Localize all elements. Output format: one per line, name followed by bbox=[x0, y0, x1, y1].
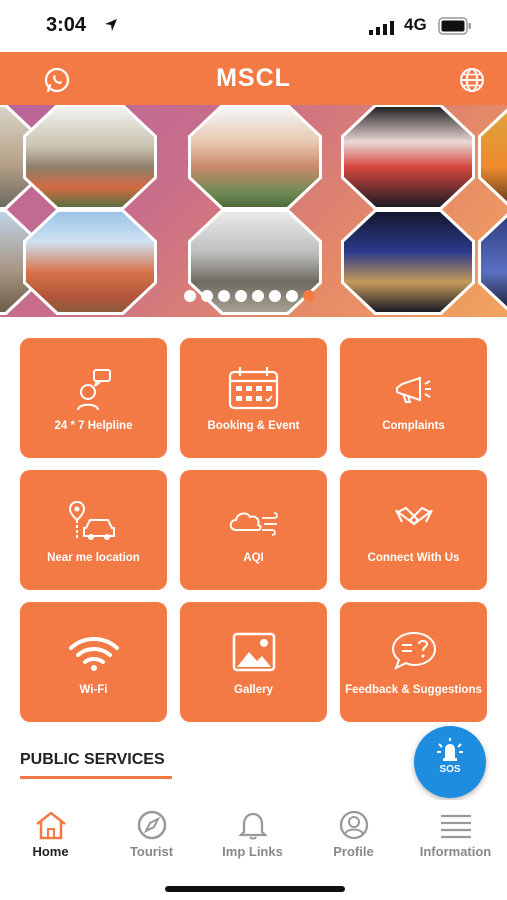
home-icon bbox=[36, 811, 66, 840]
app-header: MSCL bbox=[0, 52, 507, 105]
tile-near-me-location[interactable]: Near me location bbox=[20, 470, 167, 590]
carousel-dot[interactable] bbox=[286, 290, 298, 302]
carousel-indicator bbox=[184, 290, 315, 302]
carousel-dot[interactable] bbox=[184, 290, 196, 302]
carousel-dot[interactable] bbox=[201, 290, 213, 302]
bottom-navigation: Home Tourist Imp Links Profile Informati… bbox=[0, 800, 507, 900]
calendar-icon bbox=[228, 367, 279, 410]
battery-icon bbox=[438, 17, 471, 35]
signal-icon bbox=[369, 21, 394, 35]
banner-photo-night bbox=[344, 212, 472, 312]
helpline-icon bbox=[77, 369, 111, 410]
alarm-icon bbox=[437, 738, 463, 761]
megaphone-icon bbox=[396, 376, 431, 403]
carousel-dot-active[interactable] bbox=[303, 290, 315, 302]
tile-label: Feedback & Suggestions bbox=[345, 684, 482, 696]
tile-feedback-suggestions[interactable]: Feedback & Suggestions bbox=[340, 602, 487, 722]
status-bar: 3:04 4G bbox=[0, 0, 507, 52]
sos-label: SOS bbox=[439, 764, 461, 775]
tile-label: Booking & Event bbox=[207, 420, 300, 432]
tile-helpline[interactable]: 24 * 7 Helpline bbox=[20, 338, 167, 458]
section-title: PUBLIC SERVICES bbox=[20, 751, 165, 768]
banner-photo-temple bbox=[26, 107, 154, 207]
tile-wifi[interactable]: Wi-Fi bbox=[20, 602, 167, 722]
bell-icon bbox=[238, 812, 268, 840]
tile-connect-with-us[interactable]: Connect With Us bbox=[340, 470, 487, 590]
tile-label: AQI bbox=[243, 552, 264, 564]
handshake-icon bbox=[395, 506, 433, 526]
app-title: MSCL bbox=[216, 64, 291, 92]
cloud-wind-icon bbox=[229, 512, 278, 536]
tile-label: Gallery bbox=[234, 684, 273, 696]
feedback-icon bbox=[391, 631, 437, 671]
tile-gallery[interactable]: Gallery bbox=[180, 602, 327, 722]
tile-label: Connect With Us bbox=[367, 552, 460, 564]
compass-icon bbox=[137, 810, 167, 840]
network-type: 4G bbox=[404, 15, 427, 34]
location-car-icon bbox=[68, 500, 115, 540]
nav-profile-label: Profile bbox=[333, 844, 374, 859]
status-time: 3:04 bbox=[46, 14, 87, 36]
banner-carousel[interactable] bbox=[0, 105, 507, 317]
wifi-icon bbox=[69, 637, 119, 671]
profile-icon bbox=[339, 810, 369, 840]
tile-label: Complaints bbox=[382, 420, 445, 432]
globe-icon[interactable] bbox=[458, 66, 486, 94]
section-underline bbox=[20, 776, 172, 779]
carousel-dot[interactable] bbox=[235, 290, 247, 302]
nav-imp-links-label: Imp Links bbox=[222, 844, 283, 859]
home-indicator bbox=[165, 886, 345, 892]
list-icon bbox=[441, 814, 471, 839]
nav-home-label: Home bbox=[32, 844, 69, 859]
carousel-dot[interactable] bbox=[218, 290, 230, 302]
banner-photo-palace bbox=[191, 107, 319, 207]
carousel-dot[interactable] bbox=[269, 290, 281, 302]
tile-booking-event[interactable]: Booking & Event bbox=[180, 338, 327, 458]
location-arrow-icon bbox=[105, 19, 117, 31]
tile-label: 24 * 7 Helpline bbox=[54, 420, 133, 432]
nav-tourist-label: Tourist bbox=[129, 844, 174, 859]
tile-label: Wi-Fi bbox=[79, 684, 108, 696]
tile-label: Near me location bbox=[47, 552, 140, 564]
carousel-dot[interactable] bbox=[252, 290, 264, 302]
banner-photo-shrine bbox=[26, 212, 154, 312]
gallery-icon bbox=[232, 632, 276, 672]
nav-information-label: Information bbox=[419, 844, 492, 859]
banner-photo-lights bbox=[344, 107, 472, 207]
tile-aqi[interactable]: AQI bbox=[180, 470, 327, 590]
tile-complaints[interactable]: Complaints bbox=[340, 338, 487, 458]
sos-button[interactable]: SOS bbox=[414, 726, 486, 798]
